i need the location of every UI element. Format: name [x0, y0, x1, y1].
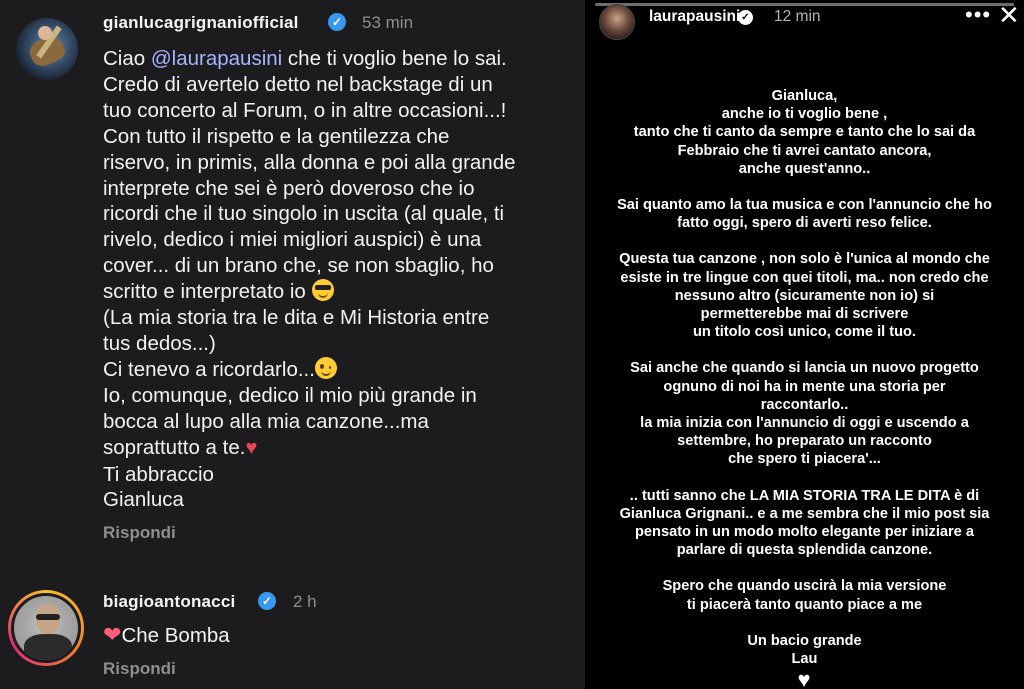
more-options-icon[interactable]: ••• [965, 2, 991, 28]
comment-text: ❤Che Bomba [103, 622, 230, 649]
story-line: ognuno di noi ha in mente una storia per [663, 378, 946, 395]
verified-badge-icon: ✓ [738, 10, 753, 25]
story-line: Questa tua canzone , non solo è l'unica … [619, 251, 990, 268]
story-paragraph: Gianluca, anche io ti voglio bene , tanto … [585, 87, 1024, 178]
story-line: un titolo così unico, come il tuo. [693, 324, 916, 341]
story-line: Febbraio che ti avrei cantato ancora, [677, 142, 932, 159]
comment-biagio: biagioantonacci ✓ 2 h ❤Che Bomba Rispond… [0, 0, 585, 689]
story-line: settembre, ho preparato un racconto [677, 433, 932, 450]
comment-username[interactable]: biagioantonacci [103, 592, 235, 612]
story-line: esiste in tre lingue con quei titoli, ma… [620, 269, 989, 286]
story-line: permetterebbe mai di scrivere [700, 306, 909, 323]
story-line: tanto che ti canto da sempre e tanto che… [633, 124, 976, 141]
story-line: Sai anche che quando si lancia un nuovo … [630, 360, 979, 377]
story-username[interactable]: laurapausini [649, 8, 740, 26]
story-line: Un bacio grande [747, 632, 862, 649]
story-line: la mia inizia con l'annuncio di oggi e u… [640, 415, 969, 432]
story-paragraph: Spero che quando uscirà la mia versione t… [585, 577, 1024, 613]
story-line: raccontarlo.. [760, 396, 849, 413]
avatar-biagio[interactable] [8, 590, 84, 666]
story-line: anche io ti voglio bene , [721, 106, 888, 123]
story-paragraph: Sai quanto amo la tua musica e con l'ann… [585, 196, 1024, 232]
story-paragraph: .. tutti sanno che LA MIA STORIA TRA LE … [585, 487, 1024, 560]
story-line: Gianluca Grignani.. e a me sembra che il… [619, 505, 990, 522]
white-heart-icon: ♥ [797, 667, 811, 689]
story-line: Sai quanto amo la tua musica e con l'ann… [617, 197, 992, 214]
story-progress-bar [595, 3, 1014, 6]
comment-time: 2 h [293, 592, 317, 611]
comments-panel: gianlucagrignaniofficial ✓ 53 min Ciao @… [0, 0, 585, 689]
story-line: che spero ti piacera'... [728, 451, 881, 468]
story-line: ti piacerà tanto quanto piace a me [686, 596, 923, 613]
story-text: Gianluca, anche io ti voglio bene , tanto … [585, 87, 1024, 686]
story-line: parlare di questa splendida canzone. [676, 542, 933, 559]
story-line: nessuno altro (sicuramente non io) si [674, 287, 935, 304]
story-paragraph: Questa tua canzone , non solo è l'unica … [585, 250, 1024, 341]
story-line: Lau [791, 651, 818, 668]
story-line: pensato in un modo molto elegante per in… [635, 524, 974, 541]
story-paragraph: Sai anche che quando si lancia un nuovo … [585, 359, 1024, 468]
story-line: Spero che quando uscirà la mia versione [662, 578, 947, 595]
red-heart-icon: ❤ [103, 622, 122, 647]
story-line: anche quest'anno.. [738, 160, 871, 177]
story-line: .. tutti sanno che LA MIA STORIA TRA LE … [629, 487, 980, 504]
close-icon[interactable]: ✕ [998, 2, 1020, 28]
story-time: 12 min [774, 8, 821, 25]
story-paragraph: Un bacio grande Lau [585, 632, 1024, 668]
story-line: Gianluca, [771, 88, 838, 104]
reply-button[interactable]: Rispondi [103, 659, 176, 679]
verified-badge-icon: ✓ [258, 592, 276, 610]
story-line: fatto oggi, spero di averti reso felice. [677, 215, 932, 232]
comment-text-part: Che Bomba [121, 624, 230, 647]
story-avatar[interactable] [599, 4, 635, 40]
story-panel: laurapausini ✓ 12 min ••• ✕ Gianluca, anc… [585, 0, 1024, 689]
